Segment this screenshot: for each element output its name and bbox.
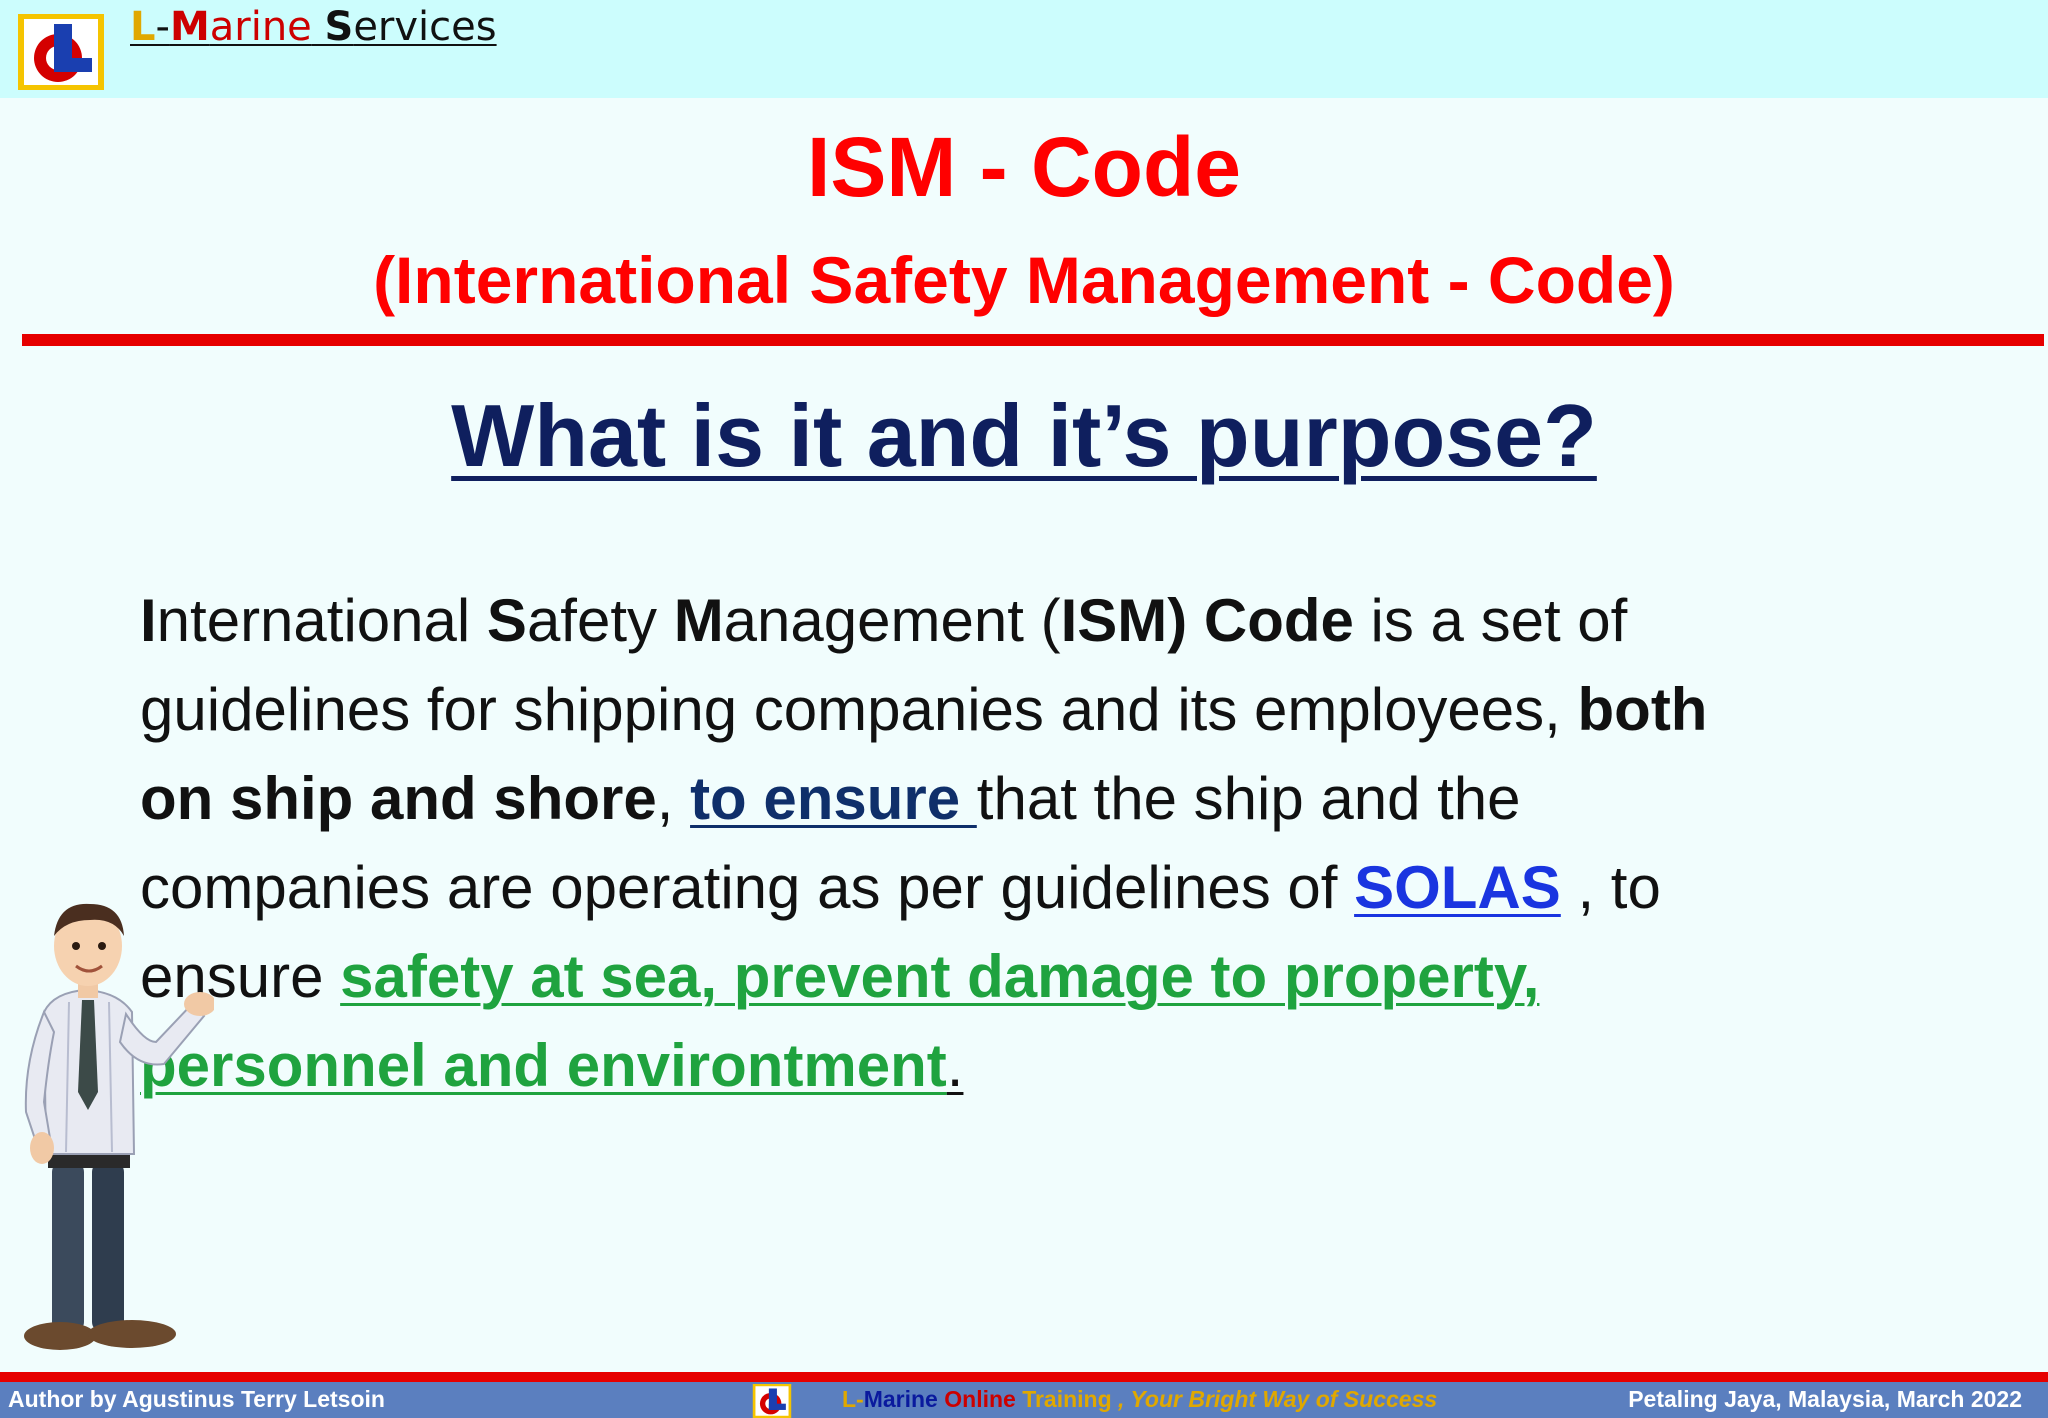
presenter-figure-icon — [24, 903, 214, 1350]
text-fragment: , — [656, 765, 691, 832]
tagline-training: Training — [1015, 1386, 1112, 1412]
top-header-bar: L-Marine Services — [0, 0, 2048, 98]
brand-space — [312, 4, 325, 50]
tagline-online: Online — [937, 1386, 1016, 1412]
brand-l: L — [130, 4, 156, 50]
bold-letter-i: I — [140, 587, 157, 654]
body-line-6: personnel and environtment. — [140, 1021, 1900, 1110]
safety-highlight: safety at sea, prevent damage to propert… — [340, 943, 1540, 1010]
footer-location: Petaling Jaya, Malaysia, March 2022 — [1628, 1386, 2022, 1412]
text-fragment: nternational — [156, 587, 487, 654]
text-fragment: companies are operating as per guideline… — [140, 854, 1355, 921]
text-fragment: afety — [526, 587, 674, 654]
bold-letter-m: M — [673, 587, 724, 654]
body-line-4: companies are operating as per guideline… — [140, 843, 1900, 932]
section-question: What is it and it’s purpose? — [0, 380, 2048, 492]
title-divider — [22, 334, 2044, 346]
slide-subtitle: (International Safety Management - Code) — [373, 243, 1675, 317]
text-fragment: is a set of — [1353, 587, 1628, 654]
footer-tagline: L-Marine Online Training , Your Bright W… — [842, 1382, 1437, 1416]
brand-ervices: ervices — [353, 4, 497, 50]
footer-author: Author by Agustinus Terry Letsoin — [8, 1386, 385, 1412]
body-line-5: ensure safety at sea, prevent damage to … — [140, 932, 1900, 1021]
brand-s: S — [324, 4, 354, 50]
text-fragment: . — [946, 1032, 964, 1099]
footer-divider — [0, 1372, 2048, 1382]
lmarine-logo-icon — [18, 14, 104, 90]
tagline-slogan: , Your Bright Way of Success — [1111, 1386, 1438, 1412]
to-ensure-link[interactable]: to ensure — [690, 765, 977, 832]
text-fragment: , to — [1560, 854, 1661, 921]
body-paragraph: International Safety Management (ISM) Co… — [140, 576, 1900, 1110]
ism-code-term: ISM) Code — [1060, 587, 1354, 654]
brand-name: L-Marine Services — [130, 0, 497, 54]
tagline-l: L- — [842, 1386, 864, 1412]
slide-title: ISM - Code — [807, 120, 1241, 214]
tagline-marine: Marine — [863, 1386, 938, 1412]
body-line-3: on ship and shore, to ensure that the sh… — [140, 754, 1900, 843]
text-fragment: guidelines for shipping companies and it… — [140, 676, 1578, 743]
bold-both: both — [1577, 676, 1708, 743]
footer-bar: Author by Agustinus Terry Letsoin L-Mari… — [0, 1382, 2048, 1418]
bold-letter-s: S — [486, 587, 527, 654]
footer-logo-icon — [752, 1384, 792, 1418]
body-line-1: International Safety Management (ISM) Co… — [140, 576, 1900, 665]
solas-link[interactable]: SOLAS — [1354, 854, 1561, 921]
personnel-highlight: personnel and environtment — [140, 1032, 947, 1099]
brand-dash: - — [155, 4, 170, 50]
question-text: What is it and it’s purpose? — [451, 386, 1597, 485]
brand-m: M — [169, 4, 210, 50]
body-line-2: guidelines for shipping companies and it… — [140, 665, 1900, 754]
brand-arine: arine — [209, 4, 312, 50]
text-fragment: that the ship and the — [976, 765, 1521, 832]
text-fragment: anagement ( — [723, 587, 1061, 654]
bold-ship-shore: on ship and shore — [140, 765, 657, 832]
